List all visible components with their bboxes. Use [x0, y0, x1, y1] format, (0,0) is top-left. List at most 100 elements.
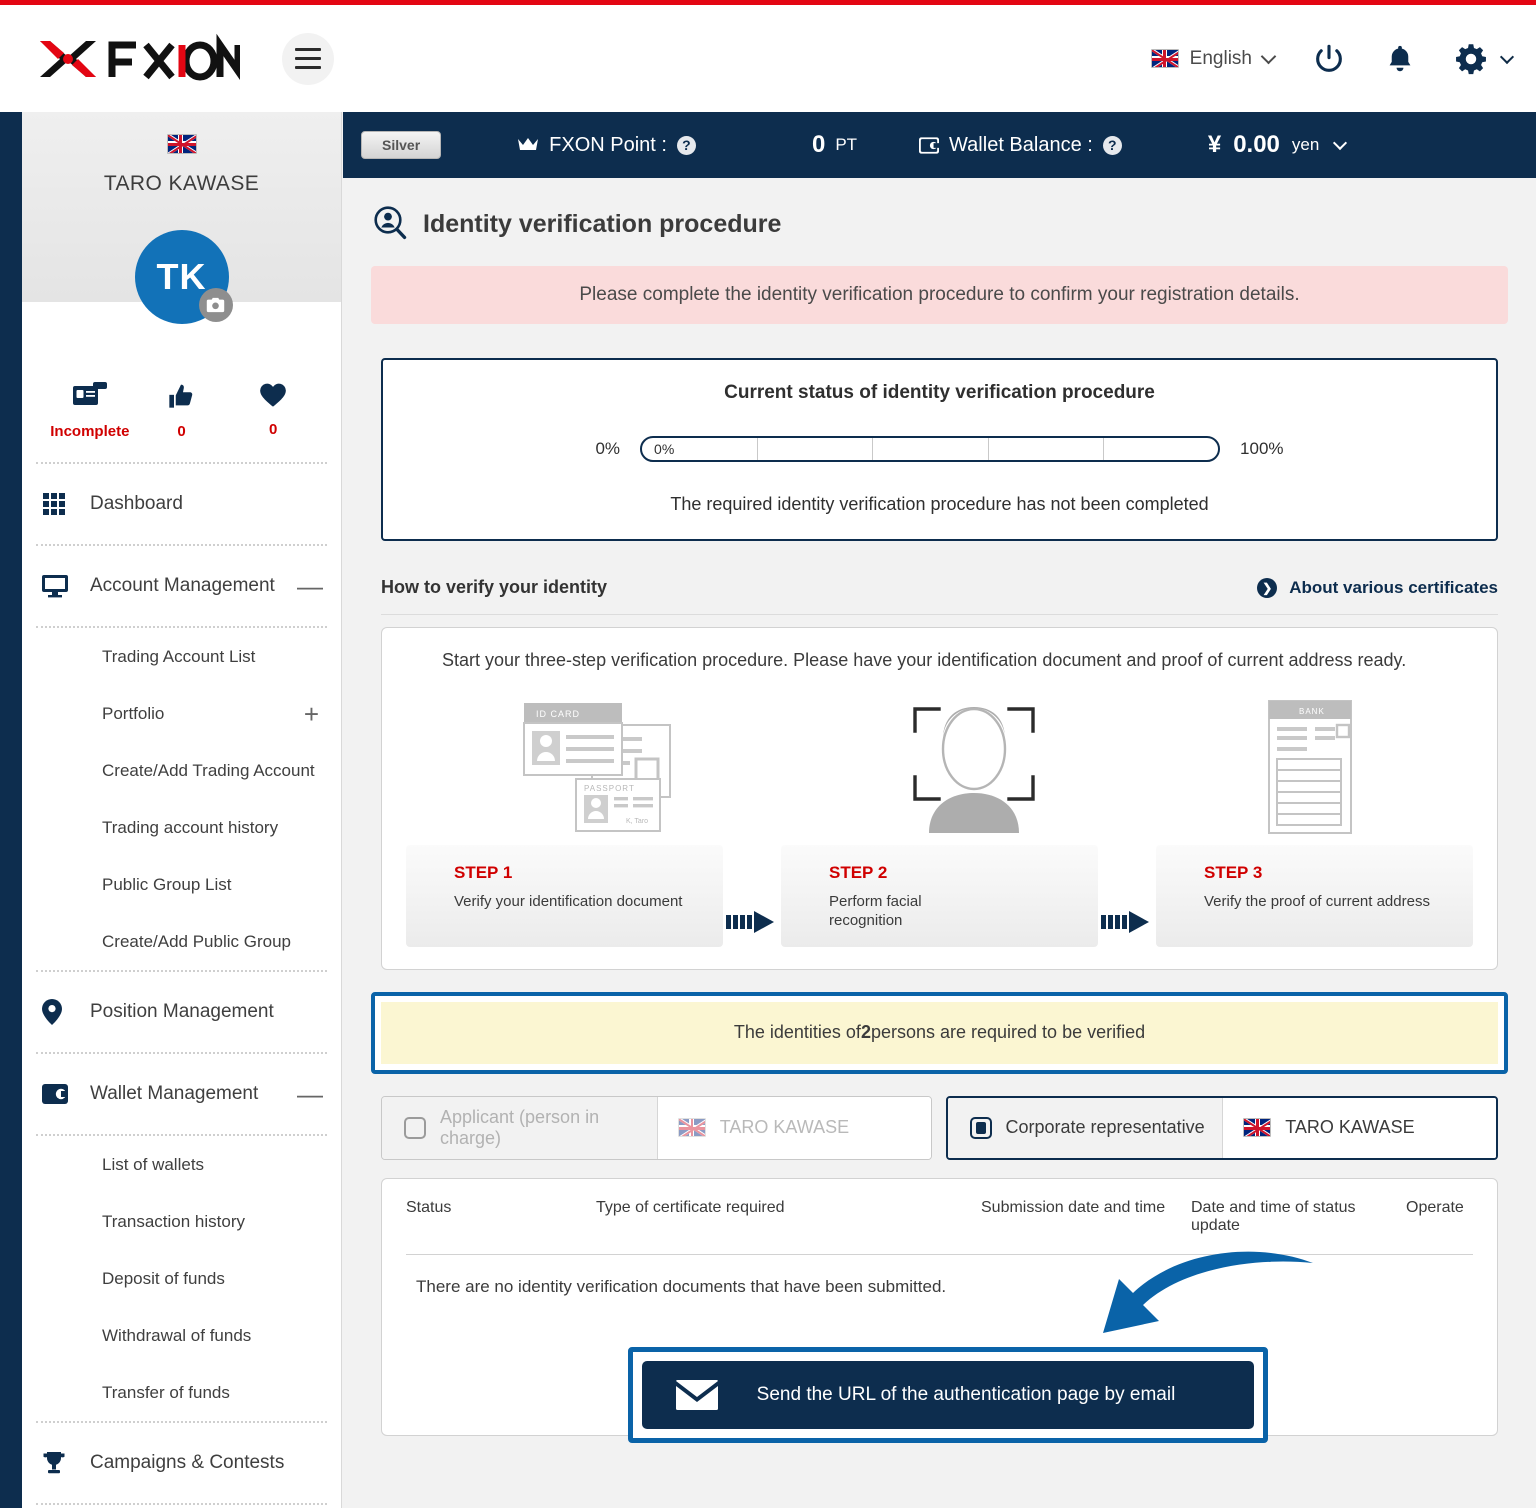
rank-badge: Silver — [361, 131, 442, 159]
step-heading: STEP 3 — [1204, 863, 1263, 882]
send-button-label: Send the URL of the authentication page … — [756, 1383, 1176, 1405]
sidebar-subitem-label: Portfolio — [102, 703, 165, 723]
sidebar-item-create-add-trading-account[interactable]: Create/Add Trading Account — [22, 742, 341, 799]
sidebar-item-trading-account-history[interactable]: Trading account history — [22, 799, 341, 856]
wallet-currency-unit: yen — [1291, 135, 1320, 154]
uk-flag-icon — [1150, 49, 1179, 68]
about-certificates-link[interactable]: ❯ About various certificates — [1257, 577, 1498, 598]
expand-plus-icon[interactable]: + — [304, 701, 319, 727]
sidebar: TARO KAWASE TK Incomplete 0 0 Dashboard … — [22, 112, 342, 1508]
sidebar-item-list-of-wallets[interactable]: List of wallets — [22, 1136, 341, 1193]
sidebar-item-campaigns-contests[interactable]: Campaigns & Contests — [22, 1423, 341, 1503]
profile-stats: Incomplete 0 0 — [22, 382, 341, 440]
stat-favorites[interactable]: 0 — [228, 382, 318, 440]
about-certificates-label: About various certificates — [1289, 577, 1498, 597]
stat-likes[interactable]: 0 — [136, 382, 226, 440]
sidebar-item-portfolio[interactable]: Portfolio + — [22, 685, 341, 742]
main-content: Silver FXON Point : ? 0 PT Wallet Balanc… — [343, 112, 1536, 1508]
person-tab-corporate-representative[interactable]: Corporate representative TARO KAWASE — [945, 1095, 1498, 1160]
radio-unselected-icon[interactable] — [404, 1116, 426, 1139]
language-selector[interactable]: English — [1150, 48, 1277, 70]
power-icon[interactable] — [1312, 42, 1346, 76]
person-tab-applicant[interactable]: Applicant (person in charge) TARO KAWASE — [381, 1095, 932, 1160]
sidebar-item-public-group-list[interactable]: Public Group List — [22, 856, 341, 913]
stat-label: 0 — [268, 421, 278, 438]
arrow-right-icon — [726, 910, 774, 933]
grid-icon — [42, 492, 76, 516]
sidebar-subitem-label: Withdrawal of funds — [102, 1325, 252, 1345]
app-header: English — [0, 5, 1536, 112]
collapse-toggle-icon[interactable]: — — [297, 573, 323, 599]
chevron-down-icon[interactable] — [1333, 135, 1348, 151]
sidebar-subitem-label: Public Group List — [102, 874, 232, 894]
sidebar-item-trading-account-list[interactable]: Trading Account List — [22, 628, 341, 685]
wallet-balance-value: 0.00 — [1233, 131, 1280, 158]
chevron-down-icon — [1499, 49, 1515, 64]
stat-label: Incomplete — [50, 423, 130, 440]
sidebar-item-deposit-of-funds[interactable]: Deposit of funds — [22, 1250, 341, 1307]
sidebar-subitem-label: Trading Account List — [102, 646, 256, 666]
howto-title: How to verify your identity — [381, 577, 608, 597]
collapse-toggle-icon[interactable]: — — [297, 1081, 323, 1107]
table-header-cell: Submission date and time — [981, 1198, 1166, 1216]
progress-current-label: 0% — [654, 441, 675, 457]
crown-icon — [518, 138, 539, 150]
sidebar-item-label: Dashboard — [90, 493, 183, 514]
help-icon[interactable]: ? — [676, 135, 696, 155]
hamburger-menu-icon[interactable] — [282, 32, 334, 85]
avatar[interactable]: TK — [134, 230, 233, 324]
person-tab-name: TARO KAWASE — [719, 1117, 850, 1137]
documents-table-card: Status Type of certificate required Subm… — [381, 1177, 1498, 1443]
step-description: Perform facial recognition — [829, 893, 922, 929]
wallet-icon — [42, 1084, 76, 1104]
radio-selected-icon[interactable] — [969, 1116, 992, 1139]
divider — [381, 614, 1498, 615]
step-heading: STEP 1 — [454, 863, 513, 882]
fxon-point-label: FXON Point : — [549, 133, 667, 156]
progress-bar: 0% — [640, 436, 1221, 462]
left-accent-strip — [0, 112, 22, 1508]
camera-icon[interactable] — [198, 288, 233, 322]
status-note: The required identity verification proce… — [670, 494, 1209, 514]
sidebar-item-create-add-public-group[interactable]: Create/Add Public Group — [22, 913, 341, 970]
sidebar-item-position-management[interactable]: Position Management — [22, 972, 341, 1052]
fxon-logo[interactable] — [34, 33, 240, 85]
sidebar-item-account-management[interactable]: Account Management — — [22, 546, 341, 626]
sidebar-item-withdrawal-of-funds[interactable]: Withdrawal of funds — [22, 1307, 341, 1364]
table-header-cell: Date and time of status update — [1191, 1198, 1356, 1235]
sidebar-item-transfer-of-funds[interactable]: Transfer of funds — [22, 1364, 341, 1421]
steps-row: STEP 1 Verify your identification docume… — [406, 845, 1473, 947]
sidebar-item-wallet-management[interactable]: Wallet Management — — [22, 1054, 341, 1134]
app-root: English TARO KAWASE TK Incomplete 0 0 Da… — [0, 0, 1536, 1508]
fxon-point-unit: PT — [835, 135, 858, 154]
step-description: Verify the proof of current address — [1204, 893, 1430, 910]
steps-illustrations: ID CARD PASSPORT K, Taro BANK — [406, 687, 1473, 837]
wallet-balance-label: Wallet Balance : — [949, 133, 1093, 156]
sidebar-subitem-label: Trading account history — [102, 817, 279, 837]
stat-verification[interactable]: Incomplete — [45, 382, 135, 440]
bank-statement-icon: BANK — [1268, 700, 1353, 834]
stat-label: 0 — [177, 423, 186, 440]
envelope-icon — [676, 1379, 718, 1410]
sidebar-subitem-label: Create/Add Trading Account — [102, 760, 315, 780]
sidebar-item-dashboard[interactable]: Dashboard — [22, 464, 341, 544]
person-tab-role: Applicant (person in charge) — [440, 1106, 600, 1148]
profile-header: TARO KAWASE TK — [22, 112, 341, 324]
gear-icon[interactable] — [1454, 42, 1515, 76]
sidebar-item-label: Account Management — [90, 575, 275, 596]
table-header-cell: Status — [406, 1198, 452, 1216]
notice-count: 2 — [860, 1022, 871, 1042]
howto-row: How to verify your identity ❯ About vari… — [381, 577, 1498, 598]
step-3-card: STEP 3 Verify the proof of current addre… — [1156, 845, 1473, 947]
sidebar-item-transaction-history[interactable]: Transaction history — [22, 1193, 341, 1250]
location-pin-icon — [42, 999, 76, 1025]
help-icon[interactable]: ? — [1102, 135, 1122, 155]
person-tabs: Applicant (person in charge) TARO KAWASE… — [381, 1095, 1498, 1160]
sidebar-item-label: Position Management — [90, 1001, 274, 1022]
send-authentication-url-button[interactable]: Send the URL of the authentication page … — [642, 1360, 1254, 1429]
thumbs-up-icon — [169, 384, 193, 408]
status-card-title: Current status of identity verification … — [724, 382, 1155, 403]
header-actions: English — [1150, 42, 1536, 76]
avatar-initials: TK — [156, 256, 207, 297]
bell-icon[interactable] — [1384, 42, 1416, 76]
